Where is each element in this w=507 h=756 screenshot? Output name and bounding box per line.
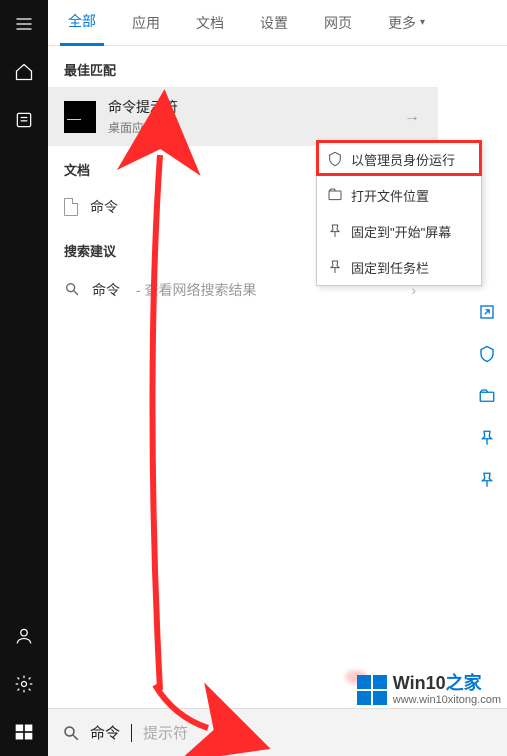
account-button[interactable] [0,612,48,660]
search-icon [62,724,80,742]
tab-documents[interactable]: 文档 [188,0,232,46]
ctx-pin-taskbar[interactable]: 固定到任务栏 [317,249,481,285]
suggestion-desc: - 查看网络搜索结果 [136,280,257,300]
home-button[interactable] [0,48,48,96]
person-icon [14,626,34,646]
ctx-pin-taskbar-label: 固定到任务栏 [351,258,429,277]
preview-folder-button[interactable] [475,384,499,408]
ctx-run-as-admin[interactable]: 以管理员身份运行 [317,141,481,177]
open-icon [478,303,496,321]
search-input[interactable]: 命令 提示符 [48,708,507,756]
hamburger-icon [14,14,34,34]
suggestion-term: 命令 [92,280,120,300]
document-result-label: 命令 [90,197,118,217]
pin2-icon [478,471,496,489]
pin-start-icon [327,223,343,239]
text-caret [131,724,132,742]
gear-icon [14,674,34,694]
start-rail [0,0,48,756]
chevron-down-icon: ▾ [420,17,425,28]
cmd-icon [64,101,96,133]
shield-icon [478,345,496,363]
pin-icon [478,429,496,447]
ctx-open-location[interactable]: 打开文件位置 [317,177,481,213]
tab-more-label: 更多 [388,13,416,33]
watermark-logo-icon [357,675,387,705]
preview-pin-start-button[interactable] [475,426,499,450]
search-typed-text: 命令 [90,722,120,743]
windows-icon [14,722,34,742]
pin-taskbar-icon [327,259,343,275]
preview-open-button[interactable] [475,300,499,324]
settings-button[interactable] [0,660,48,708]
search-icon [64,281,80,300]
ctx-pin-start-label: 固定到"开始"屏幕 [351,222,451,241]
search-autocomplete-ghost: 提示符 [143,722,188,743]
watermark-brand: Win10之家 [393,674,501,694]
start-button[interactable] [0,708,48,756]
list-icon [14,110,34,130]
ctx-run-as-admin-label: 以管理员身份运行 [351,150,455,169]
search-filter-tabs: 全部 应用 文档 设置 网页 更多 ▾ [48,0,507,46]
hamburger-menu-button[interactable] [0,0,48,48]
watermark-url: www.win10xitong.com [393,694,501,706]
preview-action-bar [475,300,499,492]
tab-settings[interactable]: 设置 [252,0,296,46]
best-match-title: 命令提示符 [108,97,178,117]
tab-more[interactable]: 更多 ▾ [380,0,433,46]
recent-button[interactable] [0,96,48,144]
tab-apps[interactable]: 应用 [124,0,168,46]
document-icon [64,198,78,216]
best-match-subtitle: 桌面应用 [108,119,178,136]
admin-icon [327,151,343,167]
best-match-item[interactable]: 命令提示符 桌面应用 → [48,87,438,146]
folder-open-icon [478,387,496,405]
home-icon [14,62,34,82]
ctx-open-location-label: 打开文件位置 [351,186,429,205]
preview-admin-button[interactable] [475,342,499,366]
section-best-match: 最佳匹配 [48,46,438,87]
expand-arrow-icon[interactable]: → [404,108,420,126]
folder-icon [327,187,343,203]
preview-pin-taskbar-button[interactable] [475,468,499,492]
tab-web[interactable]: 网页 [316,0,360,46]
watermark: Win10之家 www.win10xitong.com [357,674,501,706]
context-menu: 以管理员身份运行 打开文件位置 固定到"开始"屏幕 固定到任务栏 [316,140,482,286]
ctx-pin-start[interactable]: 固定到"开始"屏幕 [317,213,481,249]
tab-all[interactable]: 全部 [60,0,104,46]
